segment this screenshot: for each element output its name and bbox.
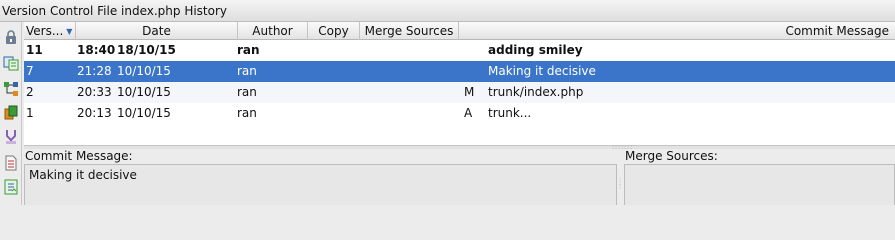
- compare-revisions-icon[interactable]: [2, 54, 20, 72]
- column-date-label: Date: [142, 24, 171, 38]
- column-version-label: Vers...: [26, 24, 64, 38]
- merge-sources-label: Merge Sources:: [625, 149, 718, 163]
- column-copy[interactable]: Copy: [308, 22, 360, 40]
- merge-icon[interactable]: [2, 128, 20, 146]
- copy-revision-icon[interactable]: [2, 104, 20, 122]
- splitter-grip-icon: :::: [619, 176, 622, 191]
- commit-message-text: Making it decisive: [29, 168, 137, 182]
- commit-message-field[interactable]: Making it decisive: [24, 164, 617, 205]
- column-version[interactable]: Vers... ▼: [24, 22, 76, 40]
- cell-commit-message: Atrunk...: [464, 103, 884, 124]
- column-author[interactable]: Author: [238, 22, 308, 40]
- cell-commit-message: Mtrunk/index.php: [464, 82, 884, 103]
- cell-author: ran: [237, 64, 257, 78]
- cell-date: 10/10/15: [117, 64, 171, 78]
- cell-version: 11: [26, 43, 43, 57]
- cell-message-text: trunk...: [488, 106, 532, 120]
- column-date[interactable]: Date: [76, 22, 238, 40]
- column-commit-message[interactable]: Commit Message: [459, 22, 895, 40]
- table-row[interactable]: 11 18:40 18/10/15 ran adding smiley: [24, 40, 895, 61]
- cell-date: 18/10/15: [117, 43, 176, 57]
- cell-commit-message: Making it decisive: [464, 61, 884, 82]
- sort-descending-icon: ▼: [66, 27, 73, 36]
- cell-message-text: trunk/index.php: [488, 85, 584, 99]
- cell-date: 10/10/15: [117, 85, 171, 99]
- window-title: Version Control File index.php History: [0, 0, 895, 22]
- cell-change-flag: M: [464, 85, 475, 99]
- cell-author: ran: [237, 85, 257, 99]
- graph-icon[interactable]: [2, 80, 20, 98]
- merge-sources-field[interactable]: [624, 164, 895, 205]
- column-merge-sources[interactable]: Merge Sources: [360, 22, 459, 40]
- table-row[interactable]: 1 20:13 10/10/15 ran Atrunk...: [24, 103, 895, 124]
- cell-message-text: adding smiley: [488, 43, 583, 57]
- cell-author: ran: [237, 43, 260, 57]
- table-row-selected[interactable]: 7 21:28 10/10/15 ran Making it decisive: [24, 61, 895, 82]
- column-merge-sources-label: Merge Sources: [364, 24, 454, 38]
- merge-sources-panel: Merge Sources:: [624, 149, 895, 205]
- cell-version: 2: [26, 85, 34, 99]
- column-commit-message-label: Commit Message: [785, 24, 889, 38]
- document-icon[interactable]: [2, 154, 20, 172]
- lock-icon[interactable]: [2, 28, 20, 46]
- cell-time: 20:33: [77, 85, 112, 99]
- history-toolbar: [0, 22, 22, 205]
- cell-time: 18:40: [77, 43, 116, 57]
- table-header: Vers... ▼ Date Author Copy Merge Sources …: [24, 22, 895, 40]
- commit-message-panel: Commit Message: Making it decisive: [24, 149, 617, 205]
- annotate-icon[interactable]: [2, 178, 20, 196]
- cell-time: 20:13: [77, 106, 112, 120]
- vertical-splitter[interactable]: :::: [617, 164, 624, 205]
- table-row[interactable]: 2 20:33 10/10/15 ran Mtrunk/index.php: [24, 82, 895, 103]
- history-table: Vers... ▼ Date Author Copy Merge Sources …: [24, 22, 895, 145]
- commit-message-label: Commit Message:: [25, 149, 133, 163]
- cell-version: 7: [26, 64, 34, 78]
- cell-date: 10/10/15: [117, 106, 171, 120]
- cell-time: 21:28: [77, 64, 112, 78]
- cell-commit-message: adding smiley: [464, 40, 884, 61]
- cell-author: ran: [237, 106, 257, 120]
- column-author-label: Author: [252, 24, 293, 38]
- column-copy-label: Copy: [318, 24, 349, 38]
- cell-message-text: Making it decisive: [488, 64, 596, 78]
- cell-version: 1: [26, 106, 34, 120]
- cell-change-flag: A: [464, 106, 473, 120]
